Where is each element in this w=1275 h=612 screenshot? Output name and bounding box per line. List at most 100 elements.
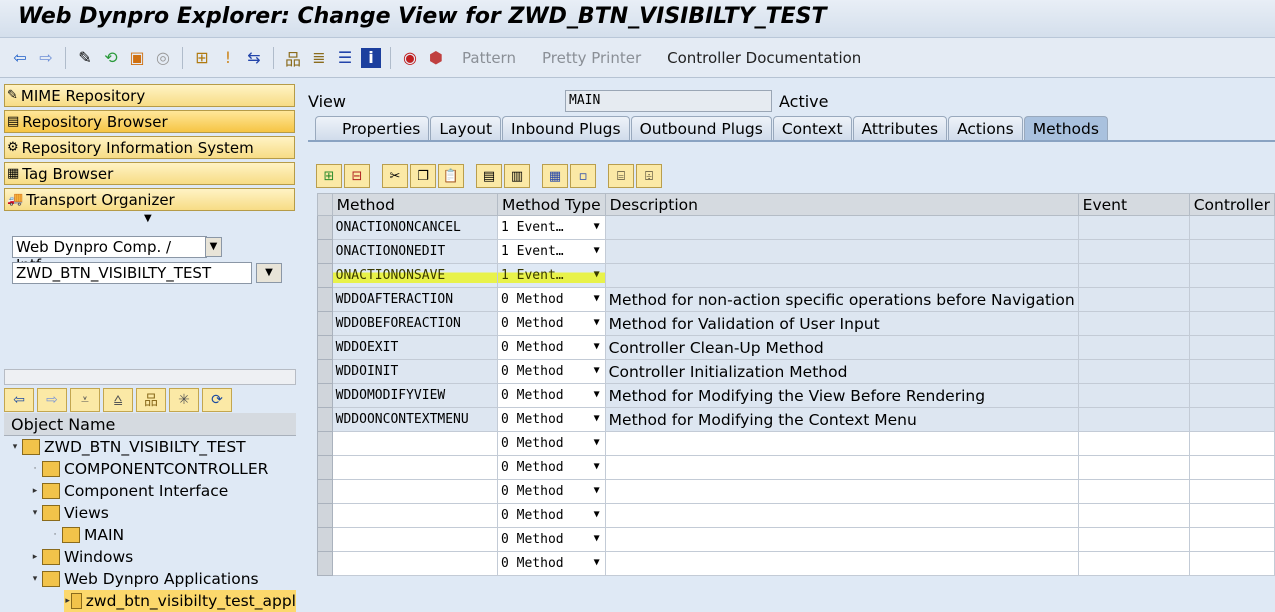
expander-icon[interactable]: ▾ xyxy=(28,574,42,584)
row-selector[interactable] xyxy=(317,263,333,288)
event-cell[interactable] xyxy=(1077,383,1190,408)
controller-cell[interactable] xyxy=(1188,215,1275,240)
method-name-cell[interactable] xyxy=(331,527,499,552)
tab-actions[interactable]: Actions xyxy=(948,116,1023,141)
event-cell[interactable] xyxy=(1077,287,1190,312)
previous-object-icon[interactable]: ⇦ xyxy=(4,388,34,412)
edit-icon[interactable]: ✎ xyxy=(75,48,95,68)
row-selector[interactable] xyxy=(317,407,333,432)
method-name-cell[interactable] xyxy=(331,479,499,504)
method-name-cell[interactable] xyxy=(331,455,499,480)
expander-icon[interactable]: ▸ xyxy=(28,552,42,562)
table-row[interactable]: 0 Method xyxy=(317,527,1275,552)
insert-row-icon[interactable]: ⊞ xyxy=(316,164,342,188)
object-name-dropdown-icon[interactable]: ▼ xyxy=(256,263,282,283)
controller-cell[interactable] xyxy=(1188,311,1275,336)
table-row[interactable]: WDDOEXIT 0 Method Controller Clean-Up Me… xyxy=(317,335,1275,360)
description-cell[interactable]: Method for Modifying the View Before Ren… xyxy=(604,383,1079,408)
tree-node[interactable]: · COMPONENTCONTROLLER xyxy=(4,458,296,480)
external-breakpoint-icon[interactable]: ⬢ xyxy=(426,48,446,68)
method-type-select[interactable]: 0 Method xyxy=(497,287,606,312)
method-type-select[interactable]: 0 Method xyxy=(497,335,606,360)
horizontal-scrollbar[interactable] xyxy=(4,369,296,385)
tree-node[interactable]: · MAIN xyxy=(4,524,296,546)
event-cell[interactable] xyxy=(1077,335,1190,360)
method-type-select[interactable]: 0 Method xyxy=(497,479,606,504)
method-name-cell[interactable]: ONACTIONONEDIT xyxy=(331,239,499,264)
expander-icon[interactable]: ▸ xyxy=(64,596,71,606)
pretty-printer-button[interactable]: Pretty Printer xyxy=(542,49,641,67)
method-type-select[interactable]: 0 Method xyxy=(497,311,606,336)
tree-node[interactable]: ▾ Views xyxy=(4,502,296,524)
controller-cell[interactable] xyxy=(1188,359,1275,384)
description-cell[interactable] xyxy=(604,239,1079,264)
event-cell[interactable] xyxy=(1077,311,1190,336)
breakpoint-icon[interactable]: ◉ xyxy=(400,48,420,68)
table-row[interactable]: ONACTIONONCANCEL 1 Event… xyxy=(317,215,1275,240)
description-cell[interactable] xyxy=(604,215,1079,240)
check-icon[interactable]: ⊞ xyxy=(192,48,212,68)
method-type-select[interactable]: 0 Method xyxy=(497,407,606,432)
controller-cell[interactable] xyxy=(1188,407,1275,432)
event-cell[interactable] xyxy=(1077,263,1190,288)
method-name-cell[interactable]: ONACTIONONCANCEL xyxy=(331,215,499,240)
expander-icon[interactable]: ▾ xyxy=(8,442,22,452)
nav-repository-information-system[interactable]: ⚙ Repository Information System xyxy=(4,136,295,159)
activate-switch-icon[interactable]: ⟲ xyxy=(101,48,121,68)
find-next-icon[interactable]: ⌹ xyxy=(636,164,662,188)
select-all-icon[interactable]: ▫ xyxy=(570,164,596,188)
controller-cell[interactable] xyxy=(1188,503,1275,528)
row-selector[interactable] xyxy=(317,479,333,504)
pattern-button[interactable]: Pattern xyxy=(462,49,516,67)
table-row[interactable]: 0 Method xyxy=(317,503,1275,528)
method-type-select[interactable]: 0 Method xyxy=(497,527,606,552)
table-row[interactable]: WDDOAFTERACTION 0 Method Method for non-… xyxy=(317,287,1275,312)
description-cell[interactable] xyxy=(604,263,1079,288)
delete-row-icon[interactable]: ⊟ xyxy=(344,164,370,188)
tree-node[interactable]: ▸ Windows xyxy=(4,546,296,568)
event-cell[interactable] xyxy=(1077,359,1190,384)
nav-tag-browser[interactable]: ▦ Tag Browser xyxy=(4,162,295,185)
object-type-dropdown-icon[interactable]: ▼ xyxy=(205,237,222,257)
method-name-cell[interactable]: WDDOMODIFYVIEW xyxy=(331,383,499,408)
description-cell[interactable]: Method for Validation of User Input xyxy=(604,311,1079,336)
select-block-icon[interactable]: ▤ xyxy=(476,164,502,188)
nav-mime-repository[interactable]: ✎ MIME Repository xyxy=(4,84,295,107)
column-event[interactable]: Event xyxy=(1077,193,1190,216)
hierarchy-up-icon[interactable]: 品 xyxy=(136,388,166,412)
method-name-cell[interactable]: WDDOONCONTEXTMENU xyxy=(331,407,499,432)
event-cell[interactable] xyxy=(1077,431,1190,456)
other-object-icon[interactable]: ▣ xyxy=(127,48,147,68)
paste-icon[interactable]: 📋 xyxy=(438,164,464,188)
forward-icon[interactable]: ⇨ xyxy=(36,48,56,68)
event-cell[interactable] xyxy=(1077,215,1190,240)
table-row[interactable]: WDDOBEFOREACTION 0 Method Method for Val… xyxy=(317,311,1275,336)
row-selector[interactable] xyxy=(317,239,333,264)
hierarchy-icon[interactable]: 品 xyxy=(283,48,303,69)
tab-attributes[interactable]: Attributes xyxy=(852,116,948,141)
next-object-icon[interactable]: ⇨ xyxy=(37,388,67,412)
table-row[interactable]: WDDOINIT 0 Method Controller Initializat… xyxy=(317,359,1275,384)
expand-icon[interactable]: ⩡ xyxy=(70,388,100,412)
table-row[interactable]: 0 Method xyxy=(317,551,1275,576)
tab-layout[interactable]: Layout xyxy=(430,116,502,141)
row-selector[interactable] xyxy=(317,527,333,552)
method-type-select[interactable]: 0 Method xyxy=(497,455,606,480)
collapse-icon[interactable]: ⩠ xyxy=(103,388,133,412)
tab-methods[interactable]: Methods xyxy=(1023,116,1108,141)
row-selector[interactable] xyxy=(317,455,333,480)
method-name-cell[interactable]: WDDOAFTERACTION xyxy=(331,287,499,312)
details-icon[interactable]: ▦ xyxy=(542,164,568,188)
controller-cell[interactable] xyxy=(1188,431,1275,456)
method-name-cell[interactable] xyxy=(331,431,499,456)
controller-cell[interactable] xyxy=(1188,383,1275,408)
method-type-select[interactable]: 0 Method xyxy=(497,359,606,384)
table-row[interactable]: ONACTIONONEDIT 1 Event… xyxy=(317,239,1275,264)
tree-node[interactable]: ▸ zwd_btn_visibilty_test_appl xyxy=(64,590,296,612)
column-method[interactable]: Method xyxy=(331,193,499,216)
method-name-cell[interactable]: WDDOBEFOREACTION xyxy=(331,311,499,336)
description-cell[interactable]: Controller Clean-Up Method xyxy=(604,335,1079,360)
controller-cell[interactable] xyxy=(1188,239,1275,264)
copy-icon[interactable]: ❐ xyxy=(410,164,436,188)
expander-icon[interactable]: · xyxy=(48,530,62,540)
